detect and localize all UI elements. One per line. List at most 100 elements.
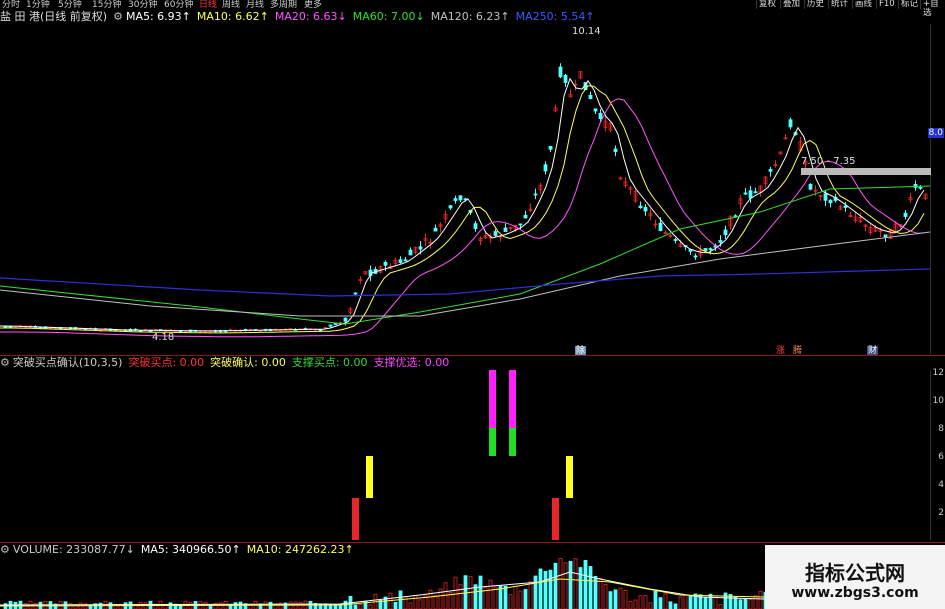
period-tab[interactable]: 1分钟 [26, 0, 50, 10]
candle-body [828, 199, 833, 204]
ma5-value: MA5: 6.93↑ [125, 10, 191, 23]
candle-body [788, 119, 793, 128]
ma250-value: MA250: 5.54↑ [515, 10, 595, 23]
stats-button[interactable]: 统计 [828, 0, 850, 9]
period-tab[interactable]: 30分钟 [128, 0, 157, 10]
candle-body [458, 195, 463, 201]
volume-value: VOLUME: 233087.77↓ [12, 543, 135, 556]
gear-icon[interactable]: ⚙ [113, 10, 123, 23]
candle-body [453, 198, 458, 201]
axis-tick: 2 [938, 508, 944, 518]
ma60-value: MA60: 7.00↓ [352, 10, 425, 23]
volume-bar [393, 602, 398, 609]
volume-bar [713, 595, 718, 609]
volume-bar [533, 575, 538, 609]
indicator-name[interactable]: 突破买点确认(10,3,5) [13, 356, 123, 369]
candlestick-chart[interactable] [0, 24, 930, 354]
period-tab[interactable]: 5分钟 [58, 0, 82, 10]
breakout-confirm-value: 突破确认: 0.00 [210, 356, 286, 369]
volume-bar [743, 598, 748, 609]
axis-tick: 4 [938, 480, 944, 490]
volume-bar [733, 596, 738, 609]
indicator-chart[interactable] [0, 370, 930, 540]
period-tab[interactable]: 月线 [246, 0, 264, 10]
add-favorite-button[interactable]: +自选 [920, 0, 945, 18]
period-tab[interactable]: 15分钟 [92, 0, 121, 10]
candle-body [708, 248, 713, 251]
period-tab[interactable]: 60分钟 [164, 0, 193, 10]
volume-bar [608, 591, 613, 609]
volume-bar [603, 584, 608, 609]
period-tab[interactable]: 分时 [2, 0, 20, 10]
volume-bar [513, 585, 518, 609]
period-tab[interactable]: 周线 [222, 0, 240, 10]
candle-body [548, 146, 553, 150]
volume-bar [648, 602, 653, 609]
ma250-line [0, 268, 930, 297]
indicator-axis: 12 10 8 6 4 2 [930, 368, 945, 540]
volume-bar [658, 597, 663, 609]
volume-bar [588, 566, 593, 609]
volume-bar [673, 603, 678, 609]
volume-bar [563, 562, 568, 609]
period-tab[interactable]: 多周期 [270, 0, 297, 10]
watermark-title: 指标公式网 [805, 561, 905, 585]
vol-ma10-value: MA10: 247262.23↑ [246, 543, 354, 556]
price-axis: 8.0 [927, 24, 945, 354]
overlay-button[interactable]: 叠加 [780, 0, 802, 9]
volume-bar [458, 584, 463, 609]
period-tab[interactable]: 更多 [304, 0, 322, 10]
candle-body [138, 330, 143, 332]
ma120-value: MA120: 6.23↑ [430, 10, 510, 23]
candle-body [673, 239, 678, 241]
candle-body [448, 205, 453, 209]
volume-bar [653, 590, 658, 609]
adjust-button[interactable]: 复权 [756, 0, 778, 9]
candle-body [823, 193, 828, 201]
watermark: 指标公式网 www.zbgs3.com [765, 545, 945, 609]
stock-title[interactable]: 盐 田 港(日线 前复权) [0, 10, 107, 23]
indicator-bar [509, 428, 516, 456]
candle-body [533, 193, 538, 196]
volume-bar [493, 586, 498, 609]
volume-bar [643, 595, 648, 609]
main-chart-info: 盐 田 港(日线 前复权) ⚙ MA5: 6.93↑ MA10: 6.62↑ MA20:… [0, 10, 601, 24]
candle-body [843, 205, 848, 208]
volume-bar [473, 584, 478, 609]
history-button[interactable]: 历史 [804, 0, 826, 9]
volume-bar [598, 578, 603, 609]
candle-body [748, 190, 753, 199]
volume-bar [433, 595, 438, 609]
support-buy-value: 支撑买点: 0.00 [291, 356, 368, 369]
mark-button[interactable]: 标记 [898, 0, 920, 9]
low-price-label: 4.18 [152, 332, 175, 343]
zone-label: 7.50 - 7.35 [801, 156, 856, 167]
volume-chart[interactable] [0, 557, 765, 609]
volume-bar [558, 558, 563, 609]
candle-body [808, 183, 813, 190]
axis-tick: 12 [932, 368, 944, 378]
axis-tick: 10 [932, 396, 944, 406]
candle-body [343, 317, 348, 322]
ma20-value: MA20: 6.63↓ [274, 10, 347, 23]
gear-icon[interactable]: ⚙ [0, 543, 10, 556]
period-tab-active[interactable]: 日线 [199, 0, 217, 10]
ma60-line [0, 185, 930, 325]
volume-bar [503, 585, 508, 609]
candle-body [918, 186, 923, 189]
f10-button[interactable]: F10 [876, 0, 897, 9]
vol-ma10-line [0, 578, 765, 607]
volume-bar [353, 604, 358, 609]
volume-bar [758, 591, 763, 609]
gear-icon[interactable]: ⚙ [0, 356, 10, 369]
indicator-bar [552, 498, 559, 540]
volume-bar [518, 590, 523, 609]
candle-body [328, 324, 333, 327]
candle-body [593, 108, 598, 112]
volume-bar [718, 604, 723, 609]
volume-info: ⚙ VOLUME: 233087.77↓ MA5: 340966.50↑ MA10: … [0, 544, 360, 556]
candle-body [503, 227, 508, 232]
candle-body [718, 240, 723, 243]
draw-line-button[interactable]: 画线 [852, 0, 874, 9]
candle-body [558, 66, 563, 78]
